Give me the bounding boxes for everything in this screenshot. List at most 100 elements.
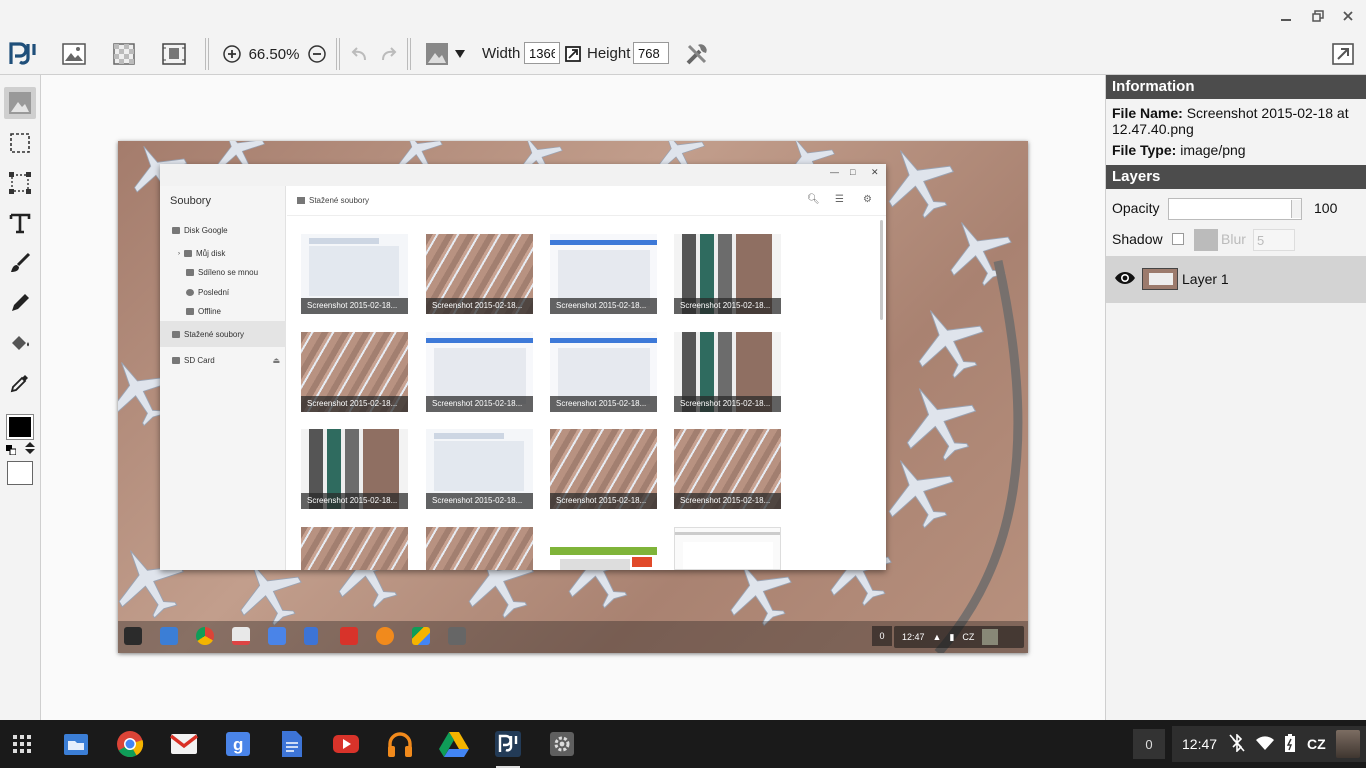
shelf-app-settings[interactable] bbox=[546, 728, 578, 760]
image-adjust-dropdown[interactable] bbox=[452, 38, 468, 70]
shadow-checkbox[interactable] bbox=[1172, 233, 1184, 245]
height-label: Height bbox=[587, 45, 631, 62]
sidebar-item-shared[interactable]: Sdíleno se mnou bbox=[186, 268, 258, 277]
shelf-app-youtube[interactable] bbox=[330, 728, 362, 760]
files-maximize-icon[interactable]: □ bbox=[850, 167, 855, 177]
file-thumbnail[interactable]: Screenshot 2015-02-18... bbox=[426, 234, 533, 314]
tool-fill[interactable] bbox=[4, 327, 36, 359]
foreground-color-swatch[interactable] bbox=[6, 414, 34, 440]
default-colors-icon bbox=[6, 445, 17, 456]
undo-button[interactable] bbox=[347, 38, 371, 70]
file-thumbnail[interactable]: Screenshot 2015-02-18... bbox=[301, 234, 408, 314]
shelf-app-chrome[interactable] bbox=[114, 728, 146, 760]
notification-count-button[interactable]: 0 bbox=[1133, 729, 1165, 759]
file-thumbnail[interactable]: Screenshot 2015-02-18... bbox=[674, 332, 781, 412]
swap-colors-toggle[interactable] bbox=[24, 441, 36, 460]
launcher-button[interactable] bbox=[6, 728, 38, 760]
files-app-window: — □ ✕ Soubory Disk Google › Můj disk Sdíl… bbox=[160, 164, 886, 570]
file-thumbnail[interactable]: Screenshot 2015-02-18... bbox=[550, 234, 657, 314]
docs-icon bbox=[282, 731, 302, 757]
crop-canvas-button[interactable] bbox=[158, 38, 190, 70]
tool-pencil[interactable] bbox=[4, 287, 36, 319]
sidebar-item-my-drive[interactable]: › Můj disk bbox=[178, 249, 225, 258]
files-minimize-icon[interactable]: — bbox=[830, 167, 839, 177]
tool-text[interactable] bbox=[4, 207, 36, 239]
blur-input[interactable] bbox=[1253, 229, 1295, 251]
file-thumbnail[interactable]: Screenshot 2015-02-18... bbox=[550, 332, 657, 412]
shelf-app-docs[interactable] bbox=[276, 728, 308, 760]
file-thumbnail[interactable]: Screenshot 2015-02-18... bbox=[550, 429, 657, 509]
chevron-right-icon: › bbox=[178, 250, 180, 257]
file-thumbnail[interactable] bbox=[550, 527, 657, 570]
close-button[interactable] bbox=[1338, 6, 1358, 26]
files-gear-icon[interactable]: ⚙ bbox=[863, 194, 872, 205]
layer-visibility-toggle[interactable] bbox=[1114, 270, 1136, 291]
shelf-app-google-search[interactable]: g bbox=[222, 728, 254, 760]
tool-palette bbox=[0, 75, 41, 720]
image-adjust-button[interactable] bbox=[424, 38, 450, 70]
file-thumbnail-caption: Screenshot 2015-02-18... bbox=[426, 493, 533, 509]
width-input[interactable] bbox=[524, 42, 560, 64]
shelf-app-play-music[interactable] bbox=[384, 728, 416, 760]
files-close-icon[interactable]: ✕ bbox=[871, 167, 879, 178]
shelf-app-drive[interactable] bbox=[438, 728, 470, 760]
file-thumbnail[interactable]: Screenshot 2015-02-18... bbox=[674, 234, 781, 314]
file-thumbnail[interactable]: Screenshot 2015-02-18... bbox=[301, 332, 408, 412]
file-thumbnail[interactable]: Screenshot 2015-02-18... bbox=[426, 429, 533, 509]
maximize-button[interactable] bbox=[1308, 6, 1328, 26]
eject-icon[interactable]: ⏏ bbox=[272, 356, 280, 365]
opacity-slider-handle[interactable] bbox=[1291, 200, 1301, 218]
file-thumbnail[interactable]: Screenshot 2015-02-18... bbox=[674, 429, 781, 509]
shelf-app-pixlr[interactable] bbox=[492, 728, 524, 768]
sidebar-item-recent[interactable]: Poslední bbox=[186, 288, 229, 297]
height-input[interactable] bbox=[633, 42, 669, 64]
file-thumbnail[interactable]: Screenshot 2015-02-18... bbox=[301, 429, 408, 509]
tool-marquee-select[interactable] bbox=[4, 127, 36, 159]
file-thumbnail[interactable] bbox=[301, 527, 408, 570]
canvas-area[interactable]: — □ ✕ Soubory Disk Google › Můj disk Sdíl… bbox=[41, 75, 1105, 720]
minimize-button[interactable] bbox=[1276, 6, 1296, 26]
file-thumbnail[interactable]: Screenshot 2015-02-18... bbox=[426, 332, 533, 412]
file-thumbnail[interactable] bbox=[674, 527, 781, 570]
export-button[interactable] bbox=[1329, 38, 1357, 70]
tool-brush[interactable] bbox=[4, 247, 36, 279]
shelf-app-gmail[interactable] bbox=[168, 728, 200, 760]
constrain-proportions-toggle[interactable] bbox=[563, 38, 583, 70]
sidebar-item-disk-google[interactable]: Disk Google bbox=[172, 226, 228, 235]
opacity-slider[interactable] bbox=[1168, 198, 1302, 220]
background-color-swatch[interactable] bbox=[7, 461, 33, 485]
tool-eyedropper[interactable] bbox=[4, 367, 36, 399]
sidebar-item-downloads[interactable]: Stažené soubory bbox=[160, 321, 286, 347]
tool-image[interactable] bbox=[4, 87, 36, 119]
settings-tools-button[interactable] bbox=[683, 38, 711, 70]
clock: 12:47 bbox=[1182, 736, 1218, 752]
layer-thumbnail bbox=[1142, 268, 1178, 290]
sidebar-item-offline[interactable]: Offline bbox=[186, 307, 221, 316]
paint-bucket-icon bbox=[12, 336, 29, 350]
chrome-icon bbox=[117, 731, 144, 758]
files-search-icon[interactable]: 🔍︎ bbox=[807, 194, 820, 205]
redo-button[interactable] bbox=[377, 38, 401, 70]
pixlr-app-icon bbox=[495, 731, 521, 757]
information-header: Information bbox=[1106, 75, 1366, 99]
file-thumbnail[interactable] bbox=[426, 527, 533, 570]
zoom-in-button[interactable] bbox=[221, 38, 243, 70]
files-scrollbar[interactable] bbox=[880, 220, 883, 320]
svg-text:g: g bbox=[233, 735, 243, 754]
tool-transform[interactable] bbox=[4, 167, 36, 199]
open-image-button[interactable] bbox=[58, 38, 90, 70]
zoom-out-button[interactable] bbox=[306, 38, 328, 70]
system-status-area[interactable]: 12:47 CZ bbox=[1172, 726, 1366, 762]
sidebar-item-sd-card[interactable]: SD Card ⏏ bbox=[172, 356, 280, 365]
file-thumbnail-caption: Screenshot 2015-02-18... bbox=[301, 396, 408, 412]
files-list-view-icon[interactable]: ☰ bbox=[835, 194, 844, 205]
default-colors-toggle[interactable] bbox=[6, 442, 17, 460]
image-canvas[interactable]: — □ ✕ Soubory Disk Google › Můj disk Sdíl… bbox=[118, 141, 1028, 653]
shadow-color-swatch[interactable] bbox=[1194, 229, 1218, 251]
layer-row[interactable]: Layer 1 bbox=[1106, 256, 1366, 303]
inner-wifi-icon: ▲ bbox=[932, 632, 942, 642]
shelf-app-files[interactable] bbox=[60, 728, 92, 760]
transparency-button[interactable] bbox=[108, 38, 140, 70]
inner-youtube-icon bbox=[340, 627, 358, 645]
opacity-value: 100 bbox=[1314, 200, 1338, 216]
